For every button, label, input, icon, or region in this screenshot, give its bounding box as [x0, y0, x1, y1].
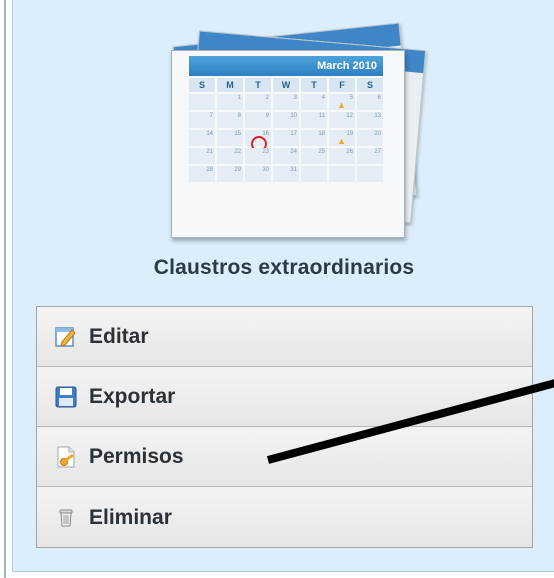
trash-icon: [55, 506, 77, 528]
calendar-day-cell: 6: [357, 94, 383, 110]
edit-button[interactable]: Editar: [37, 307, 532, 367]
permissions-label: Permisos: [89, 445, 184, 468]
calendar-day-cell: 29: [217, 166, 243, 182]
actions-menu: Editar Exportar Permisos Eliminar: [36, 306, 533, 548]
calendar-day-cell: 9: [245, 112, 271, 128]
calendar-day-cell: 1: [217, 94, 243, 110]
edit-icon: [55, 326, 77, 348]
calendar-day-cell: 21: [189, 148, 215, 164]
calendar-day-name: S: [189, 78, 215, 92]
calendar-day-name: S: [357, 78, 383, 92]
calendar-grid: S M T W T F S 1 2 3 4 5 ▲ 6 7 8 9 10 11 12 13 14 15 16 17 18 19 ▲ 20…: [189, 78, 383, 182]
calendar-day-cell: [329, 166, 355, 182]
edit-label: Editar: [89, 325, 149, 348]
calendar-day-cell: 5 ▲: [329, 94, 355, 110]
calendar-day-cell: 30: [245, 166, 271, 182]
calendar-day-cell: 22: [217, 148, 243, 164]
calendar-day-cell: 4: [301, 94, 327, 110]
calendar-day-cell: 28: [189, 166, 215, 182]
calendar-day-cell: 31: [273, 166, 299, 182]
calendar-day-cell: 20: [357, 130, 383, 146]
calendar-day-cell: 24: [273, 148, 299, 164]
calendar-day-cell: 17: [273, 130, 299, 146]
calendar-day-cell: 23: [245, 148, 271, 164]
calendar-day-cell: 15: [217, 130, 243, 146]
calendar-day-cell: 8: [217, 112, 243, 128]
calendar-illustration: March 2010 S M T W T F S 1 2 3 4 5 ▲ 6 7 8 9 10 11 12 13 14 15…: [161, 22, 427, 240]
calendar-day-cell: 13: [357, 112, 383, 128]
calendar-day-cell: 11: [301, 112, 327, 128]
calendar-day-cell: 3: [273, 94, 299, 110]
page-title: Claustros extraordinarios: [153, 256, 415, 279]
delete-label: Eliminar: [89, 505, 172, 529]
calendar-day-cell: 26: [329, 148, 355, 164]
calendar-day-cell: 16: [245, 130, 271, 152]
calendar-day-name: M: [217, 78, 243, 92]
calendar-day-cell: 25: [301, 148, 327, 164]
calendar-day-name: F: [329, 78, 355, 92]
calendar-month-label: March 2010: [189, 56, 383, 76]
save-icon: [55, 386, 77, 408]
export-label: Exportar: [89, 385, 176, 408]
delete-button[interactable]: Eliminar: [37, 487, 532, 547]
calendar-day-cell: [189, 94, 215, 110]
permissions-icon: [55, 446, 77, 468]
star-icon: ▲: [337, 100, 346, 110]
calendar-day-cell: 19 ▲: [329, 130, 355, 146]
calendar-day-name: W: [273, 78, 299, 92]
calendar-day-cell: 18: [301, 130, 327, 146]
calendar-day-cell: 14: [189, 130, 215, 146]
calendar-day-cell: [301, 166, 327, 182]
window-edge: [4, 0, 6, 578]
item-panel: March 2010 S M T W T F S 1 2 3 4 5 ▲ 6 7 8 9 10 11 12 13 14 15…: [12, 0, 554, 572]
calendar-day-name: T: [301, 78, 327, 92]
calendar-day-cell: 7: [189, 112, 215, 128]
star-icon: ▲: [337, 136, 346, 146]
calendar-day-cell: 27: [357, 148, 383, 164]
calendar-day-name: T: [245, 78, 271, 92]
calendar-day-cell: 2: [245, 94, 271, 110]
calendar-day-cell: 10: [273, 112, 299, 128]
calendar-day-cell: [357, 166, 383, 182]
calendar-day-cell: 12: [329, 112, 355, 128]
export-button[interactable]: Exportar: [37, 367, 532, 427]
